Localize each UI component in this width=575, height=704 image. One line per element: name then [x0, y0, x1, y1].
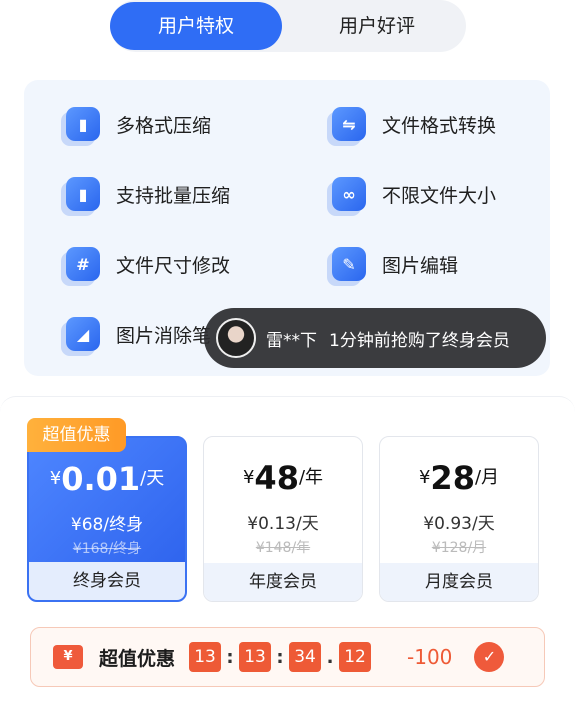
feature-resize: # 文件尺寸修改 — [66, 244, 230, 284]
ticket-icon: ¥ — [53, 645, 83, 669]
currency-symbol: ¥ — [418, 467, 431, 488]
feature-label: 不限文件大小 — [382, 184, 497, 207]
discount-amount: -100 — [407, 645, 453, 669]
feature-image-edit: ✎ 图片编辑 — [332, 244, 458, 284]
plan-name: 年度会员 — [204, 563, 362, 601]
avatar — [216, 318, 256, 358]
plan-subprice: ¥0.13/天 — [247, 514, 319, 534]
value-deal-badge: 超值优惠 — [27, 418, 126, 452]
price-unit: /天 — [140, 468, 165, 489]
countdown-seconds: 34 — [289, 642, 322, 672]
countdown-minutes: 13 — [239, 642, 272, 672]
price-value: 48 — [254, 459, 299, 497]
plan-subprice: ¥68/终身 — [70, 515, 144, 535]
check-icon[interactable]: ✓ — [474, 642, 505, 672]
convert-icon: ⇋ — [332, 107, 366, 141]
plan-price: ¥28/月 — [380, 459, 538, 497]
coupon-title: 超值优惠 — [99, 647, 176, 670]
currency-symbol: ¥ — [242, 467, 255, 488]
price-unit: /年 — [298, 467, 324, 488]
tab-user-reviews[interactable]: 用户好评 — [288, 2, 466, 50]
feature-label: 图片消除笔 — [116, 324, 212, 347]
price-value: 0.01 — [61, 460, 141, 498]
price-value: 28 — [430, 459, 475, 497]
feature-label: 图片编辑 — [382, 254, 459, 277]
toast-message: 1分钟前抢购了终身会员 — [329, 330, 510, 351]
feature-unlimited-size: ∞ 不限文件大小 — [332, 174, 496, 214]
price-unit: /月 — [474, 467, 500, 488]
tab-user-privileges[interactable]: 用户特权 — [110, 2, 282, 50]
countdown-separator: . — [326, 646, 334, 668]
feature-multi-format-compress: ▮ 多格式压缩 — [66, 104, 211, 144]
countdown-coupon-bar[interactable]: ¥ 超值优惠 13 : 13 : 34 . 12 -100 ✓ — [30, 627, 545, 687]
resize-icon: # — [66, 247, 100, 281]
feature-label: 支持批量压缩 — [116, 184, 231, 207]
compress-icon: ▮ — [66, 107, 100, 141]
feature-format-convert: ⇋ 文件格式转换 — [332, 104, 496, 144]
currency-symbol: ¥ — [49, 468, 62, 489]
countdown-hours: 13 — [189, 642, 222, 672]
plan-original-price: ¥168/终身 — [72, 541, 142, 557]
plan-name: 终身会员 — [29, 562, 185, 600]
infinity-icon: ∞ — [332, 177, 366, 211]
eraser-icon: ◢ — [66, 317, 100, 351]
plan-original-price: ¥148/年 — [255, 540, 311, 556]
plan-subprice: ¥0.93/天 — [423, 514, 495, 534]
countdown-centiseconds: 12 — [339, 642, 372, 672]
feature-batch-compress: ▮ 支持批量压缩 — [66, 174, 230, 214]
plan-lifetime[interactable]: ¥0.01/天 ¥68/终身 ¥168/终身 终身会员 — [27, 436, 187, 602]
countdown-separator: : — [226, 646, 234, 668]
batch-compress-icon: ▮ — [66, 177, 100, 211]
toast-user: 雷**下 — [266, 330, 317, 351]
plan-yearly[interactable]: ¥48/年 ¥0.13/天 ¥148/年 年度会员 — [203, 436, 363, 602]
plan-price: ¥0.01/天 — [29, 460, 185, 498]
feature-eraser: ◢ 图片消除笔 — [66, 314, 211, 354]
plan-name: 月度会员 — [380, 563, 538, 601]
feature-label: 文件尺寸修改 — [116, 254, 231, 277]
plan-price: ¥48/年 — [204, 459, 362, 497]
edit-icon: ✎ — [332, 247, 366, 281]
tab-bar: 用户特权 用户好评 — [110, 0, 466, 52]
countdown-separator: : — [276, 646, 284, 668]
plan-original-price: ¥128/月 — [431, 540, 487, 556]
purchase-toast: 雷**下 1分钟前抢购了终身会员 — [204, 308, 546, 368]
membership-page: 用户特权 用户好评 ▮ 多格式压缩 ⇋ 文件格式转换 ▮ 支持批量压缩 ∞ 不限… — [0, 0, 575, 704]
plan-monthly[interactable]: ¥28/月 ¥0.93/天 ¥128/月 月度会员 — [379, 436, 539, 602]
feature-label: 文件格式转换 — [382, 114, 497, 137]
feature-label: 多格式压缩 — [116, 114, 212, 137]
